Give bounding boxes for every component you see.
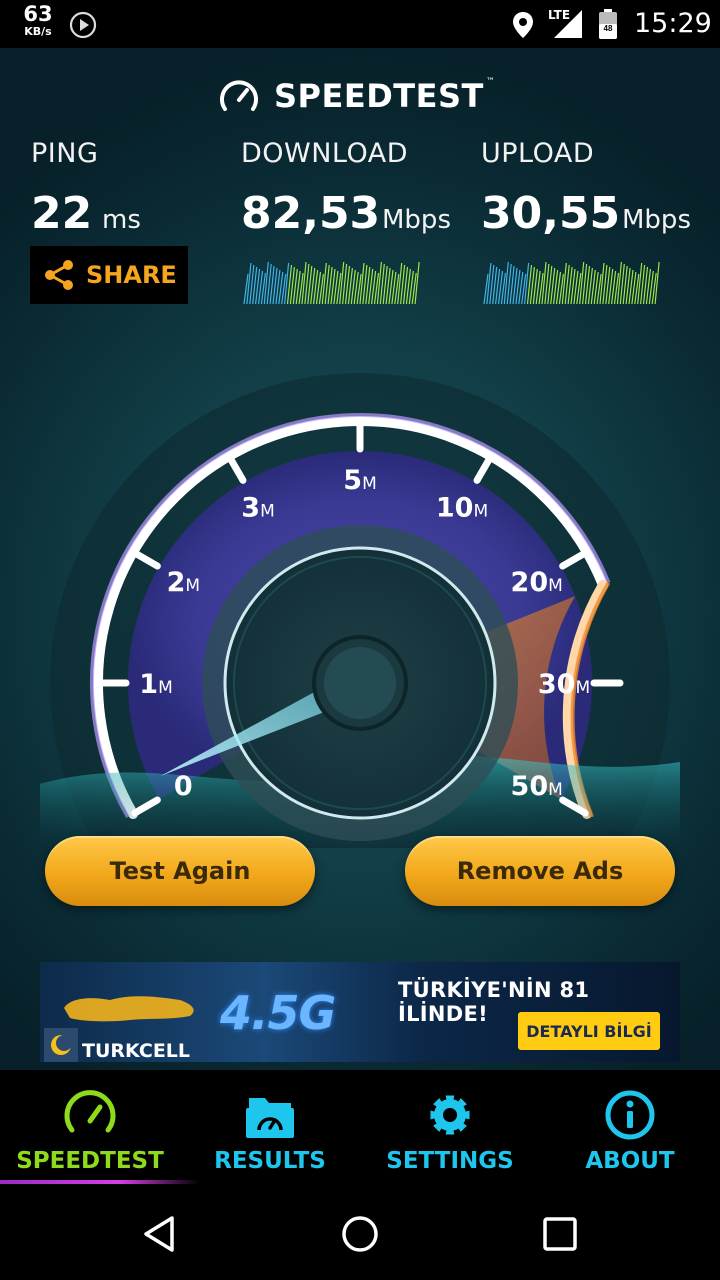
nav-tab-results[interactable]: RESULTS: [180, 1070, 360, 1186]
share-label: SHARE: [86, 261, 177, 289]
recent-apps-icon[interactable]: [538, 1212, 582, 1256]
test-again-label: Test Again: [109, 857, 251, 885]
active-tab-indicator: [0, 1180, 200, 1184]
upload-unit: Mbps: [622, 205, 691, 235]
upload-label: UPLOAD: [481, 138, 595, 169]
speedometer-icon: [64, 1090, 116, 1133]
nav-label-about: ABOUT: [585, 1148, 675, 1174]
nav-label-results: RESULTS: [214, 1148, 326, 1174]
bottom-navigation: SPEEDTEST RESULTS SETTINGS ABOUT: [0, 1070, 720, 1186]
ad-4-5g-logo: 4.5G: [220, 986, 336, 1040]
back-icon[interactable]: [138, 1212, 182, 1256]
remove-ads-button[interactable]: Remove Ads: [405, 836, 675, 906]
ad-brand: TURKCELL: [82, 1040, 191, 1062]
speedtest-logo: SPEEDTEST ™: [218, 76, 495, 116]
ad-details-button[interactable]: DETAYLI BİLGİ: [518, 1012, 660, 1050]
speedtest-logo-icon: [220, 80, 258, 111]
results-folder-icon: [246, 1098, 294, 1138]
gauge-label-0: 0: [174, 771, 193, 802]
download-speed-graph: [243, 261, 420, 305]
ad-details-label: DETAYLI BİLGİ: [526, 1021, 652, 1041]
download-unit: Mbps: [382, 205, 451, 235]
play-store-icon: [69, 11, 97, 39]
network-speed-value: 63: [23, 2, 53, 26]
nav-tab-about[interactable]: ABOUT: [540, 1070, 720, 1186]
system-navigation-bar: [0, 1186, 720, 1280]
test-again-button[interactable]: Test Again: [45, 836, 315, 906]
remove-ads-label: Remove Ads: [456, 857, 624, 885]
ping-unit: ms: [102, 205, 141, 235]
speedtest-screen: SPEEDTEST ™ PING 22 ms DOWNLOAD 82,53 Mb…: [0, 48, 720, 1070]
download-value: 82,53: [241, 188, 381, 239]
nav-label-settings: SETTINGS: [386, 1148, 514, 1174]
status-bar: 63 KB/s LTE 48 15:29: [0, 0, 720, 48]
battery-level: 48: [604, 24, 613, 33]
battery-icon: 48: [599, 9, 617, 39]
graph-stripe: [654, 261, 660, 305]
network-type-label: LTE: [548, 8, 571, 22]
speed-gauge: 0 1M 2M 3M 5M 10M 20M 30M 50M: [40, 373, 680, 848]
turkey-map-graphic: [64, 996, 194, 1022]
upload-value: 30,55: [481, 188, 621, 239]
nav-label-speedtest: SPEEDTEST: [16, 1148, 164, 1174]
ping-value: 22: [31, 188, 93, 239]
turkcell-logo-icon: [44, 1028, 78, 1062]
graph-stripe: [414, 261, 420, 305]
upload-speed-graph: [483, 261, 660, 305]
nav-tab-speedtest[interactable]: SPEEDTEST: [0, 1070, 200, 1186]
clock: 15:29: [634, 8, 712, 39]
network-speed-indicator: 63 KB/s: [18, 2, 58, 38]
info-icon: [605, 1090, 655, 1140]
speedtest-logo-text: SPEEDTEST: [274, 77, 484, 115]
gear-icon: [430, 1095, 470, 1135]
download-label: DOWNLOAD: [241, 138, 409, 169]
location-icon: [513, 12, 533, 38]
network-speed-unit: KB/s: [24, 25, 52, 38]
ad-banner[interactable]: 4.5G TÜRKİYE'NİN 81 İLİNDE! DETAYLI BİLG…: [40, 962, 680, 1062]
nav-tab-settings[interactable]: SETTINGS: [360, 1070, 540, 1186]
share-icon: [45, 260, 73, 290]
home-icon[interactable]: [338, 1212, 382, 1256]
trademark: ™: [485, 77, 495, 87]
share-button[interactable]: SHARE: [30, 246, 188, 304]
ping-label: PING: [31, 138, 99, 169]
